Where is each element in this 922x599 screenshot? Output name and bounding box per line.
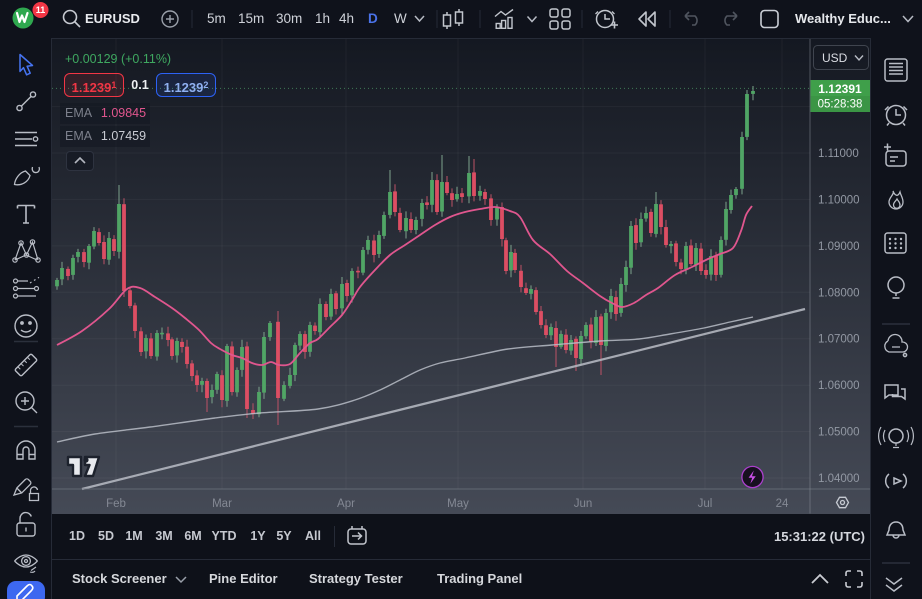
svg-text:1.04000: 1.04000 xyxy=(818,473,860,485)
svg-text:24: 24 xyxy=(776,498,789,510)
svg-text:Mar: Mar xyxy=(212,498,232,510)
svg-text:Apr: Apr xyxy=(337,498,355,510)
svg-text:05:28:38: 05:28:38 xyxy=(818,99,863,111)
svg-text:Jun: Jun xyxy=(574,498,593,510)
svg-text:11: 11 xyxy=(36,5,46,15)
svg-text:1.10000: 1.10000 xyxy=(818,194,860,206)
svg-text:1.05000: 1.05000 xyxy=(818,427,860,439)
svg-text:1.09000: 1.09000 xyxy=(818,241,860,253)
svg-text:1.08000: 1.08000 xyxy=(818,287,860,299)
svg-text:1.06000: 1.06000 xyxy=(818,380,860,392)
svg-text:May: May xyxy=(447,498,469,510)
svg-text:Jul: Jul xyxy=(698,498,713,510)
svg-text:1.11000: 1.11000 xyxy=(818,148,859,160)
svg-text:Feb: Feb xyxy=(106,498,126,510)
svg-text:1.12391: 1.12391 xyxy=(818,82,862,96)
svg-text:1.07000: 1.07000 xyxy=(818,334,860,346)
svg-text:USD: USD xyxy=(822,51,848,65)
